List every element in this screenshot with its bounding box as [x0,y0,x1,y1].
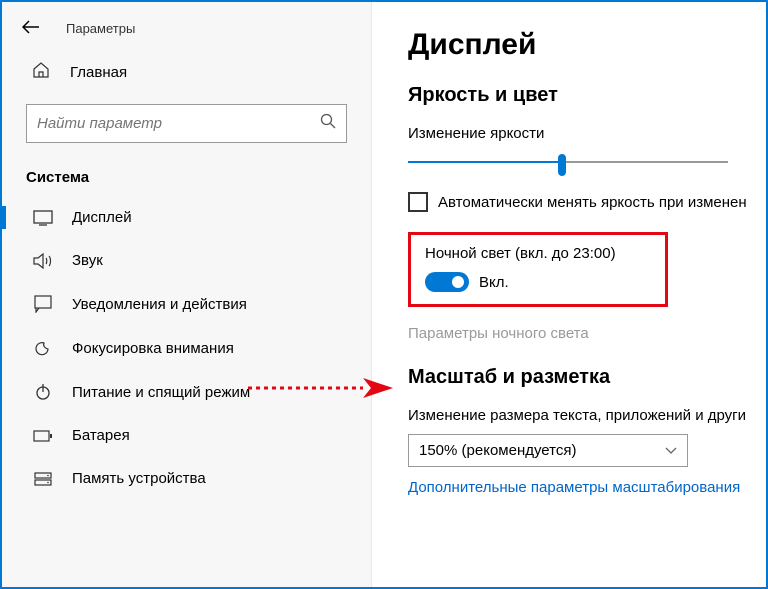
search-input[interactable] [37,115,320,132]
sidebar-item-label: Уведомления и действия [72,296,247,313]
chevron-down-icon [665,444,677,458]
sidebar-item-label: Батарея [72,427,130,444]
header-row: Параметры [2,2,371,47]
toggle-switch[interactable] [425,272,469,292]
advanced-scale-link[interactable]: Дополнительные параметры масштабирования [408,479,766,496]
sound-icon [32,253,54,269]
auto-brightness-label: Автоматически менять яркость при изменен [438,194,747,211]
sidebar-item-sound[interactable]: Звук [2,239,371,282]
sidebar-item-power[interactable]: Питание и спящий режим [2,370,371,414]
sidebar-item-storage[interactable]: Память устройства [2,457,371,500]
scale-section-title: Масштаб и разметка [408,366,766,389]
brightness-section-title: Яркость и цвет [408,84,766,107]
power-icon [32,383,54,401]
sidebar-item-label: Дисплей [72,209,132,226]
battery-icon [32,430,54,442]
auto-brightness-row[interactable]: Автоматически менять яркость при изменен [408,192,766,212]
display-icon [32,210,54,226]
page-title: Дисплей [408,28,766,62]
night-light-highlight-box: Ночной свет (вкл. до 23:00) Вкл. [408,232,668,307]
sidebar-item-label: Память устройства [72,470,206,487]
dropdown-value: 150% (рекомендуется) [419,442,576,459]
toggle-knob [452,276,464,288]
sidebar-item-notifications[interactable]: Уведомления и действия [2,282,371,326]
slider-thumb[interactable] [558,154,566,176]
home-icon [32,61,50,84]
search-icon [320,113,336,134]
focus-icon [32,339,54,357]
home-label: Главная [70,64,127,81]
sidebar-item-label: Фокусировка внимания [72,340,234,357]
sidebar-item-focus[interactable]: Фокусировка внимания [2,326,371,370]
brightness-slider[interactable] [408,152,728,172]
main-content: Дисплей Яркость и цвет Изменение яркости… [372,2,766,587]
night-light-title: Ночной свет (вкл. до 23:00) [425,245,651,262]
notifications-icon [32,295,54,313]
search-box[interactable] [26,104,347,143]
back-arrow-icon[interactable] [22,18,40,39]
sidebar-item-label: Звук [72,252,103,269]
storage-icon [32,472,54,486]
window-title: Параметры [66,21,135,36]
brightness-label: Изменение яркости [408,125,766,142]
scale-dropdown[interactable]: 150% (рекомендуется) [408,434,688,467]
sidebar-item-label: Питание и спящий режим [72,384,250,401]
sidebar-item-display[interactable]: Дисплей [2,196,371,239]
home-link[interactable]: Главная [2,47,371,98]
category-label: Система [2,157,371,196]
night-light-toggle-row[interactable]: Вкл. [425,272,651,292]
scale-label: Изменение размера текста, приложений и д… [408,407,766,424]
toggle-state-label: Вкл. [479,274,509,291]
sidebar-item-battery[interactable]: Батарея [2,414,371,457]
slider-fill [408,161,562,163]
night-light-settings-link[interactable]: Параметры ночного света [408,325,766,342]
checkbox-icon[interactable] [408,192,428,212]
sidebar: Параметры Главная Система Дисплей [2,2,372,587]
